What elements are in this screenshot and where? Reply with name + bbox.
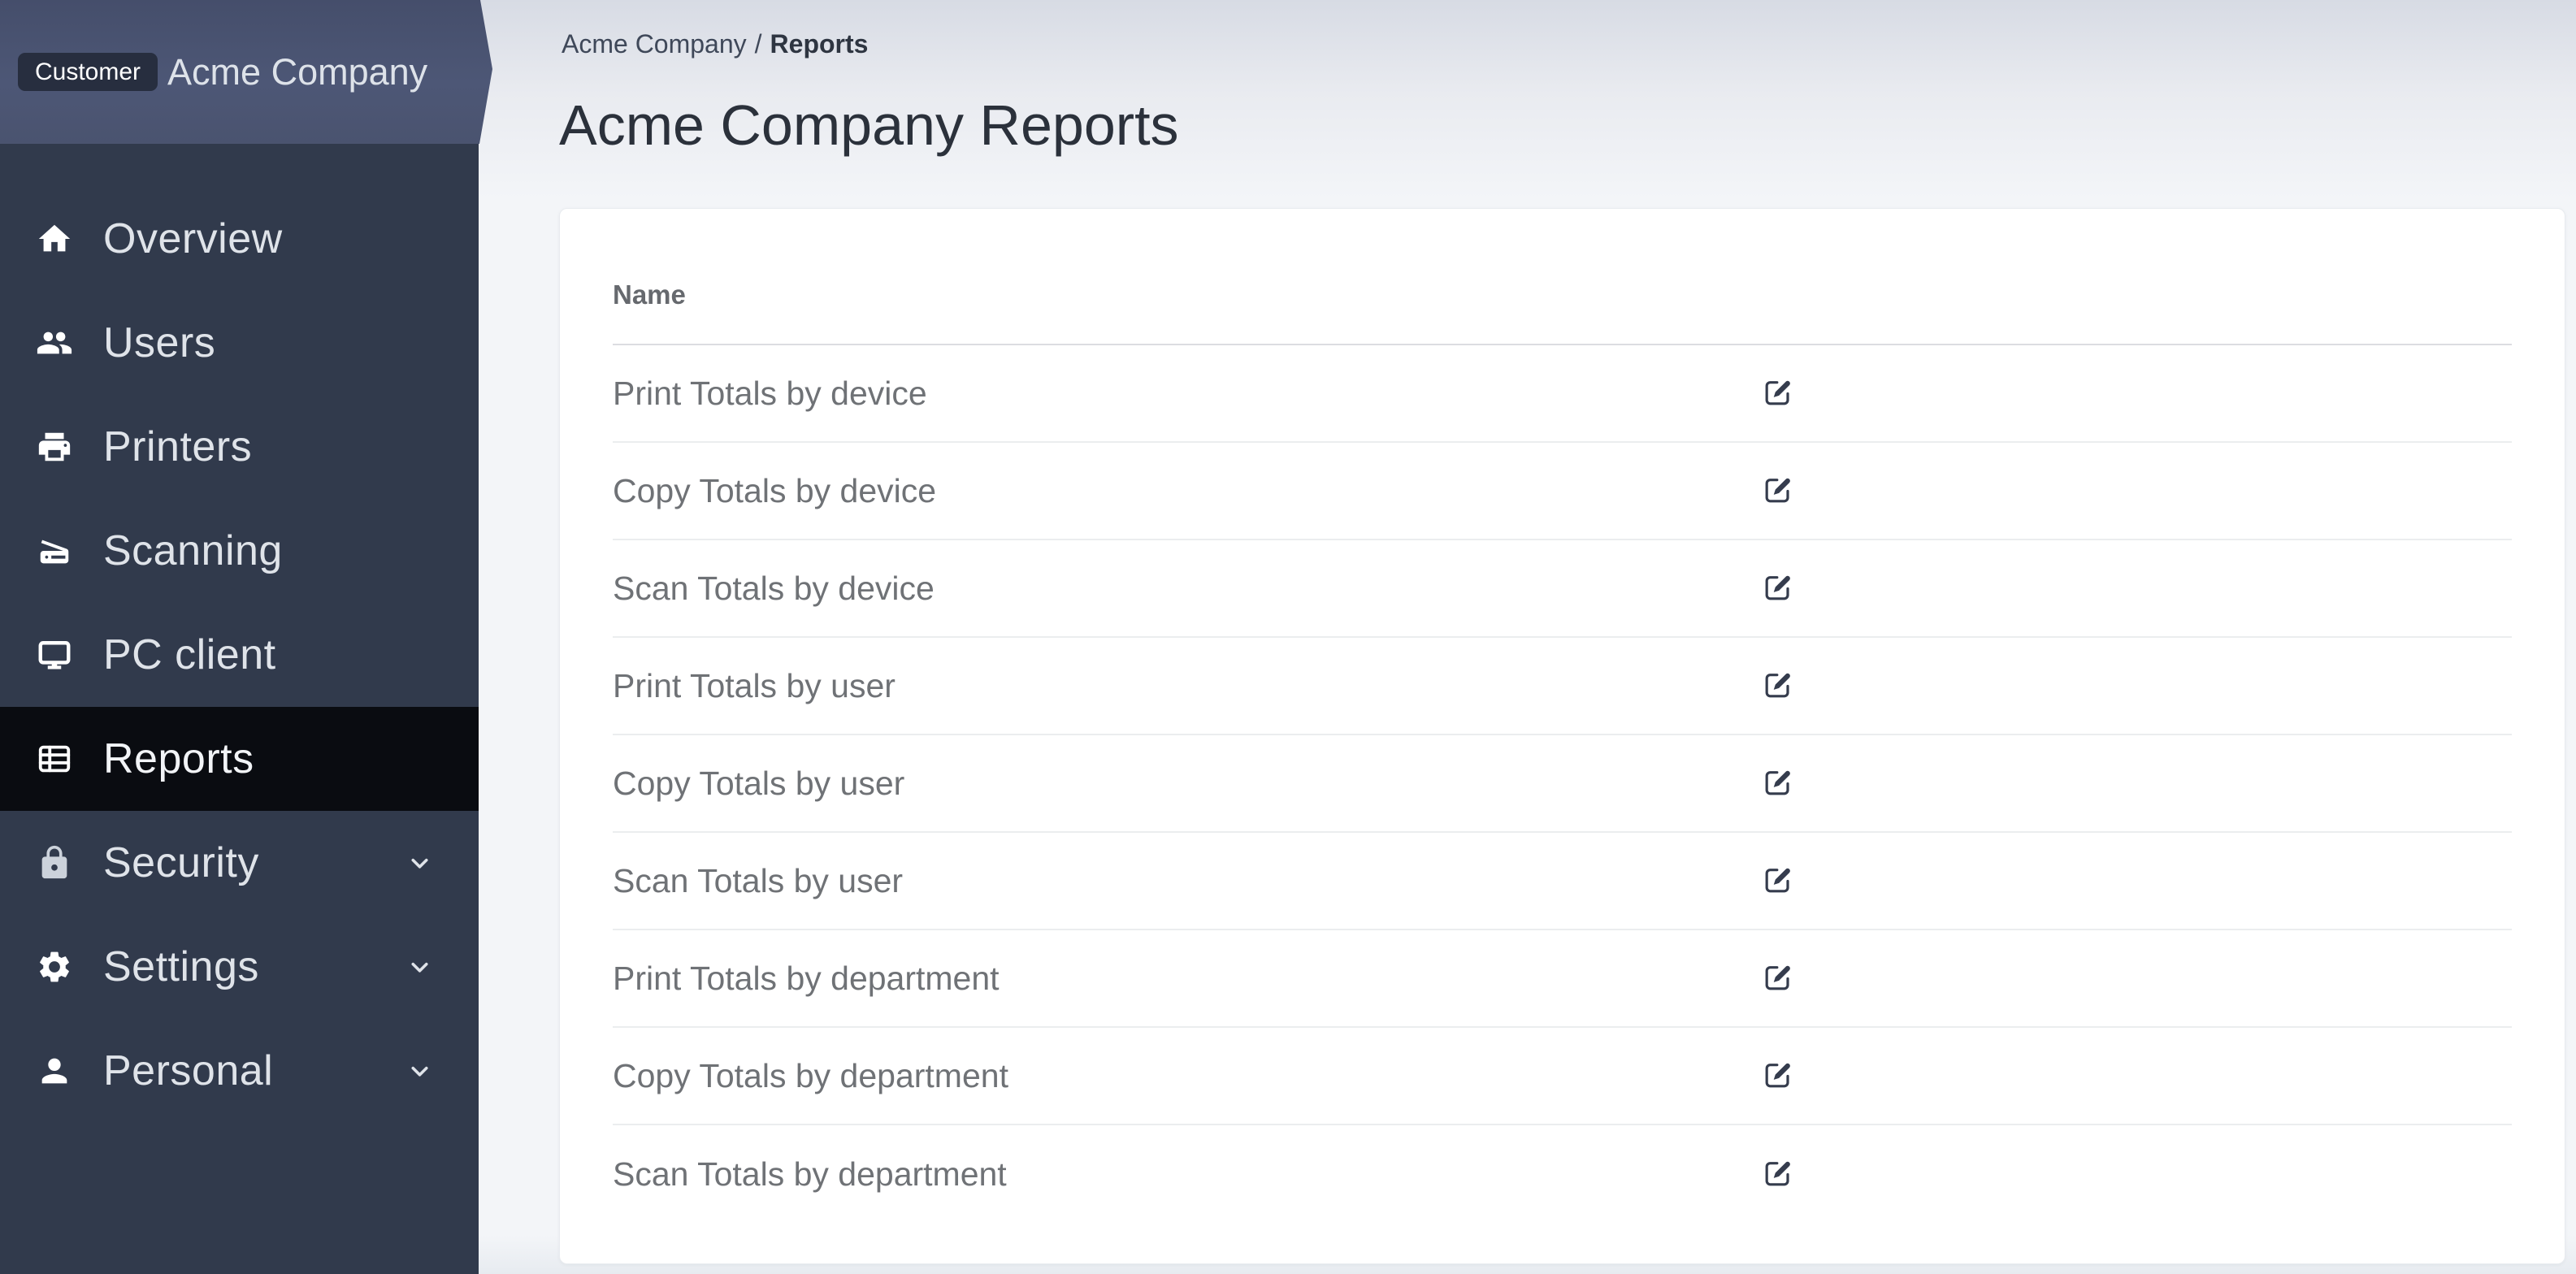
home-icon <box>34 219 75 259</box>
report-name: Scan Totals by user <box>613 861 904 899</box>
sidebar-item-printers[interactable]: Printers <box>0 395 479 499</box>
gear-icon <box>34 947 75 987</box>
edit-icon <box>1762 1060 1793 1093</box>
sidebar: Customer Acme Company Overview Users Print… <box>0 0 492 1274</box>
edit-report-button[interactable] <box>1762 378 1793 409</box>
sidebar-nav: Overview Users Printers Scanning PC client Re… <box>0 144 479 1123</box>
main-content: Acme Company / Reports Acme Company Report… <box>479 0 2576 1274</box>
sidebar-item-label: Printers <box>103 423 253 470</box>
edit-icon <box>1762 474 1793 508</box>
sidebar-item-settings[interactable]: Settings <box>0 915 479 1019</box>
sidebar-item-security[interactable]: Security <box>0 811 479 915</box>
report-row: Scan Totals by department <box>613 1125 2512 1223</box>
customer-name: Acme Company <box>167 50 428 93</box>
sidebar-item-label: PC client <box>103 631 276 678</box>
reports-card: Name Print Totals by device Copy Totals b… <box>559 208 2565 1264</box>
sidebar-item-label: Personal <box>103 1047 274 1094</box>
edit-report-button[interactable] <box>1762 768 1793 799</box>
report-name: Scan Totals by department <box>613 1155 1007 1193</box>
report-row: Copy Totals by department <box>613 1028 2512 1125</box>
report-row: Copy Totals by user <box>613 735 2512 833</box>
users-icon <box>34 323 75 363</box>
lock-icon <box>34 843 75 883</box>
column-header-name: Name <box>613 280 686 310</box>
report-name: Print Totals by user <box>613 666 896 704</box>
report-name: Copy Totals by department <box>613 1056 1008 1094</box>
edit-report-button[interactable] <box>1762 1159 1793 1190</box>
sidebar-item-overview[interactable]: Overview <box>0 187 479 291</box>
edit-icon <box>1762 377 1793 410</box>
edit-report-button[interactable] <box>1762 1060 1793 1091</box>
sidebar-item-users[interactable]: Users <box>0 291 479 395</box>
report-row: Print Totals by user <box>613 638 2512 735</box>
sidebar-item-scanning[interactable]: Scanning <box>0 499 479 603</box>
customer-type-badge: Customer <box>18 53 158 91</box>
report-row: Scan Totals by user <box>613 833 2512 930</box>
person-icon <box>34 1051 75 1091</box>
table-header-row: Name <box>613 209 2512 345</box>
customer-header: Customer Acme Company <box>0 0 492 144</box>
edit-icon <box>1762 864 1793 898</box>
sidebar-item-label: Settings <box>103 943 259 990</box>
sidebar-item-label: Overview <box>103 215 283 262</box>
sidebar-item-label: Security <box>103 839 259 886</box>
report-name: Scan Totals by device <box>613 569 935 607</box>
report-row: Copy Totals by device <box>613 443 2512 540</box>
edit-icon <box>1762 962 1793 995</box>
report-row: Scan Totals by device <box>613 540 2512 638</box>
report-name: Copy Totals by device <box>613 471 937 509</box>
breadcrumb-separator: / <box>754 29 762 58</box>
desktop-icon <box>34 635 75 675</box>
edit-report-button[interactable] <box>1762 865 1793 896</box>
chevron-down-icon[interactable] <box>406 850 433 877</box>
breadcrumb-parent-link[interactable]: Acme Company <box>562 29 747 58</box>
chevron-down-icon[interactable] <box>406 1058 433 1085</box>
sidebar-item-pc-client[interactable]: PC client <box>0 603 479 707</box>
reports-table: Print Totals by device Copy Totals by dev… <box>613 345 2512 1223</box>
report-name: Print Totals by department <box>613 959 1000 997</box>
edit-report-button[interactable] <box>1762 475 1793 506</box>
edit-icon <box>1762 767 1793 800</box>
scanner-icon <box>34 531 75 571</box>
report-row: Print Totals by device <box>613 345 2512 443</box>
breadcrumb-current: Reports <box>770 29 869 58</box>
report-row: Print Totals by department <box>613 930 2512 1028</box>
sidebar-item-reports[interactable]: Reports <box>0 707 479 811</box>
page-title: Acme Company Reports <box>559 93 1179 157</box>
chevron-down-icon[interactable] <box>406 954 433 981</box>
table-list-icon <box>34 739 75 779</box>
edit-report-button[interactable] <box>1762 670 1793 701</box>
printer-icon <box>34 427 75 467</box>
sidebar-item-label: Reports <box>103 735 254 782</box>
edit-icon <box>1762 670 1793 703</box>
breadcrumb: Acme Company / Reports <box>562 29 2576 60</box>
report-name: Copy Totals by user <box>613 764 905 802</box>
report-name: Print Totals by device <box>613 374 927 412</box>
sidebar-item-label: Users <box>103 319 216 366</box>
edit-report-button[interactable] <box>1762 963 1793 994</box>
sidebar-item-personal[interactable]: Personal <box>0 1019 479 1123</box>
edit-icon <box>1762 572 1793 605</box>
edit-report-button[interactable] <box>1762 573 1793 604</box>
edit-icon <box>1762 1158 1793 1191</box>
sidebar-item-label: Scanning <box>103 527 283 574</box>
